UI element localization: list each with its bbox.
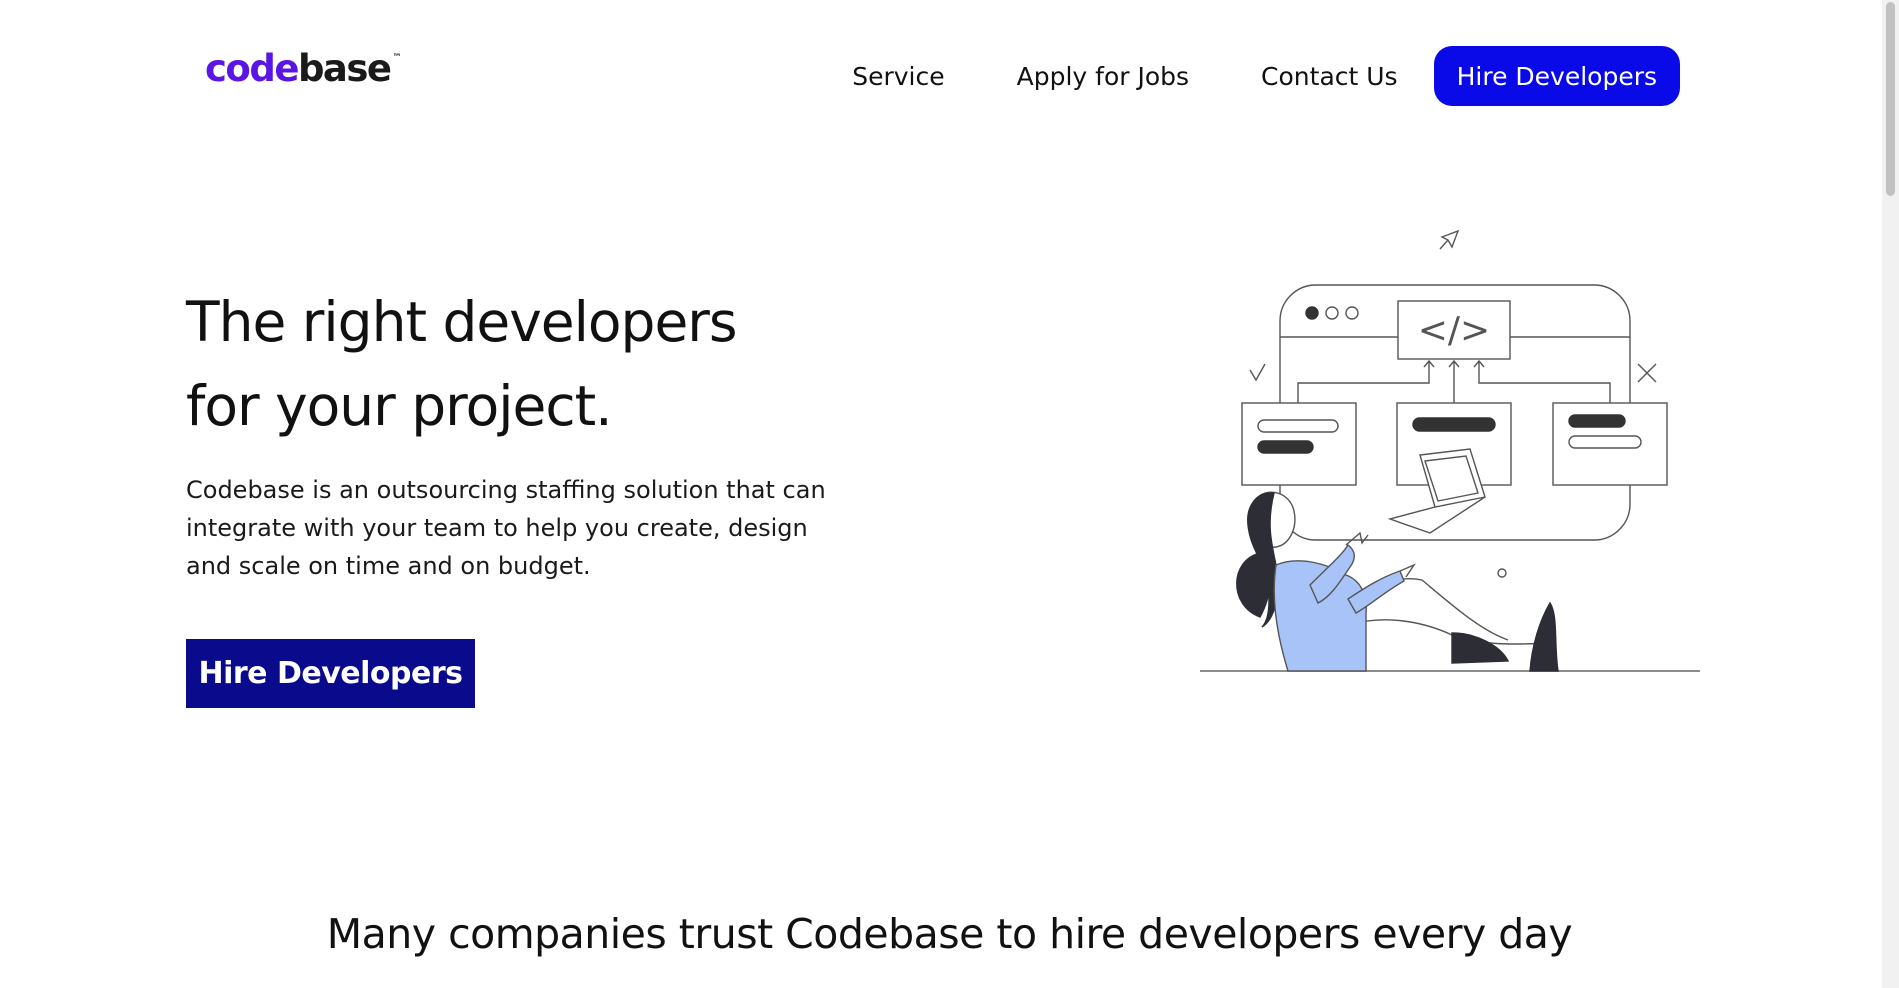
hero-title-line-2: for your project. <box>186 374 613 438</box>
hero-description: Codebase is an outsourcing staffing solu… <box>186 476 826 580</box>
logo-base-text: base <box>297 47 392 90</box>
developer-illustration: </> <box>1200 229 1700 672</box>
logo-trademark: ™ <box>392 53 402 63</box>
window-dot <box>1345 306 1359 320</box>
window-dot <box>1305 306 1319 320</box>
nav-link-contact-us[interactable]: Contact Us <box>1261 62 1398 91</box>
window-dot <box>1325 306 1339 320</box>
nav-hire-developers-button[interactable]: Hire Developers <box>1433 46 1680 106</box>
check-icon <box>1249 363 1266 382</box>
top-nav: Service Apply for Jobs Contact Us Hire D… <box>852 46 1680 106</box>
hero-title-line-1: The right developers <box>186 290 738 354</box>
page-scrollbar[interactable] <box>1882 0 1899 988</box>
scrollbar-thumb[interactable] <box>1886 2 1895 196</box>
logo-code-text: code <box>205 47 299 90</box>
hero-hire-developers-button[interactable]: Hire Developers <box>186 639 475 708</box>
page: codebase ™ Service Apply for Jobs Contact… <box>0 0 1899 988</box>
code-brackets-icon: </> <box>1418 310 1490 351</box>
paper-plane-icon <box>1439 229 1460 250</box>
nav-link-apply-for-jobs[interactable]: Apply for Jobs <box>1017 62 1189 91</box>
close-icon <box>1637 363 1657 383</box>
codebase-logo[interactable]: codebase ™ <box>205 50 402 87</box>
hero-title: The right developers for your project. <box>186 280 906 448</box>
developer-person <box>1236 491 1559 672</box>
nav-link-service[interactable]: Service <box>852 62 944 91</box>
trust-heading: Many companies trust Codebase to hire de… <box>326 910 1573 958</box>
